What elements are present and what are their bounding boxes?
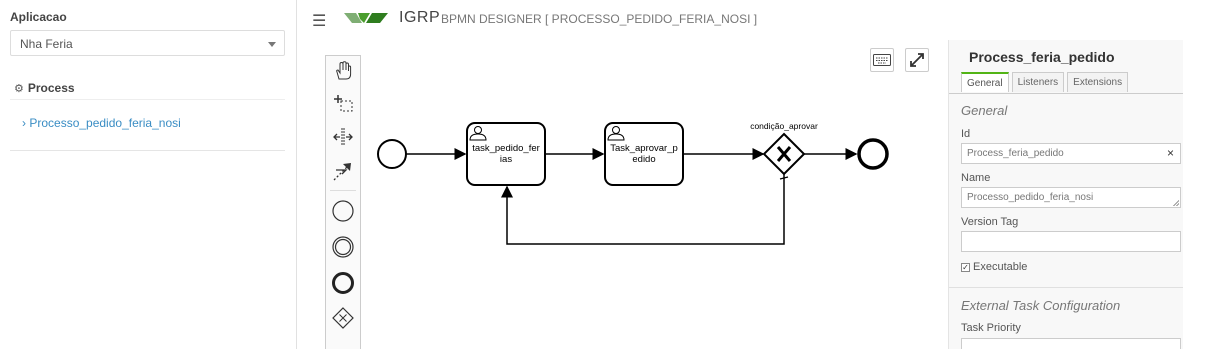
properties-tabs: General Listeners Extensions [961, 72, 1129, 92]
lasso-tool-icon[interactable] [326, 88, 360, 118]
executable-checkbox[interactable]: ✓ Executable [961, 261, 1027, 273]
process-heading: ⚙ Process [14, 81, 75, 95]
process-item[interactable]: › Processo_pedido_feria_nosi [22, 116, 181, 130]
name-value: Processo_pedido_feria_nosi [967, 192, 1094, 203]
intermediate-event-icon[interactable] [326, 232, 360, 262]
task-priority-field[interactable] [961, 338, 1181, 349]
task-label: ias [500, 154, 512, 165]
clear-icon[interactable]: × [1167, 146, 1174, 160]
chevron-right-icon: › [22, 116, 26, 130]
app-label: Aplicacao [10, 10, 67, 24]
bpmn-diagram: task_pedido_fer ias Task_aprovar_p edido [377, 121, 889, 245]
top-header: ☰ IGRP BPMN DESIGNER [ PROCESSO_PEDIDO_F… [298, 0, 1183, 40]
hand-tool-icon[interactable] [326, 56, 360, 86]
fullscreen-icon[interactable] [905, 48, 929, 72]
properties-header: Process_feria_pedido General Listeners E… [949, 40, 1184, 94]
page-margin [1183, 0, 1208, 349]
app-select[interactable]: Nha Feria [10, 30, 285, 56]
version-tag-label: Version Tag [961, 216, 1019, 228]
space-tool-icon[interactable] [326, 122, 360, 152]
tab-listeners[interactable]: Listeners [1011, 72, 1065, 92]
start-event[interactable] [377, 139, 407, 169]
end-event-icon[interactable] [326, 268, 360, 298]
name-field[interactable]: Processo_pedido_feria_nosi [961, 187, 1181, 208]
task-label: Task_aprovar_p [610, 143, 678, 154]
resize-handle-icon[interactable] [1173, 200, 1179, 206]
process-item-label: Processo_pedido_feria_nosi [29, 116, 181, 130]
gear-icon: ⚙ [14, 82, 24, 95]
gateway-icon[interactable] [326, 303, 360, 333]
user-task[interactable]: task_pedido_fer ias [466, 122, 546, 186]
brand-name: IGRP [399, 9, 441, 26]
keyboard-icon[interactable] [870, 48, 894, 72]
properties-panel: Process_feria_pedido General Listeners E… [948, 40, 1184, 349]
divider [330, 190, 356, 191]
bpmn-canvas[interactable]: task_pedido_fer ias Task_aprovar_p edido [298, 40, 948, 349]
external-task-group-title: External Task Configuration [961, 298, 1121, 313]
executable-label: Executable [973, 261, 1028, 273]
task-priority-label: Task Priority [961, 322, 1021, 334]
tab-general[interactable]: General [961, 72, 1009, 92]
divider [10, 99, 285, 100]
task-label: task_pedido_fer [472, 143, 540, 154]
gateway-label: condição_aprovar [750, 121, 818, 131]
igrp-logo [344, 13, 388, 23]
divider [949, 287, 1184, 288]
app-root: Aplicacao Nha Feria ⚙ Process › Processo… [0, 0, 1208, 349]
tab-extensions[interactable]: Extensions [1067, 72, 1129, 92]
start-event-icon[interactable] [326, 196, 360, 226]
divider [10, 150, 285, 151]
page-subtitle: BPMN DESIGNER [ PROCESSO_PEDIDO_FERIA_NO… [441, 12, 758, 26]
process-heading-label: Process [27, 81, 75, 95]
id-field[interactable]: Process_feria_pedido × [961, 143, 1181, 164]
id-value: Process_feria_pedido [967, 148, 1064, 159]
task-label: edido [632, 154, 655, 165]
end-event[interactable] [857, 138, 889, 170]
general-group-title: General [961, 103, 1008, 118]
user-task[interactable]: Task_aprovar_p edido [604, 122, 684, 186]
menu-icon[interactable]: ☰ [312, 11, 326, 31]
divider [949, 93, 1184, 94]
name-label: Name [961, 172, 991, 184]
id-label: Id [961, 128, 971, 140]
checkbox-icon: ✓ [961, 262, 970, 272]
sidebar: Aplicacao Nha Feria ⚙ Process › Processo… [0, 0, 297, 349]
tool-palette [325, 55, 361, 349]
chevron-down-icon [268, 42, 276, 47]
app-select-value: Nha Feria [20, 37, 73, 51]
global-connect-tool-icon[interactable] [326, 156, 360, 186]
properties-title: Process_feria_pedido [969, 49, 1115, 65]
exclusive-gateway[interactable] [762, 132, 806, 176]
version-tag-field[interactable] [961, 231, 1181, 252]
